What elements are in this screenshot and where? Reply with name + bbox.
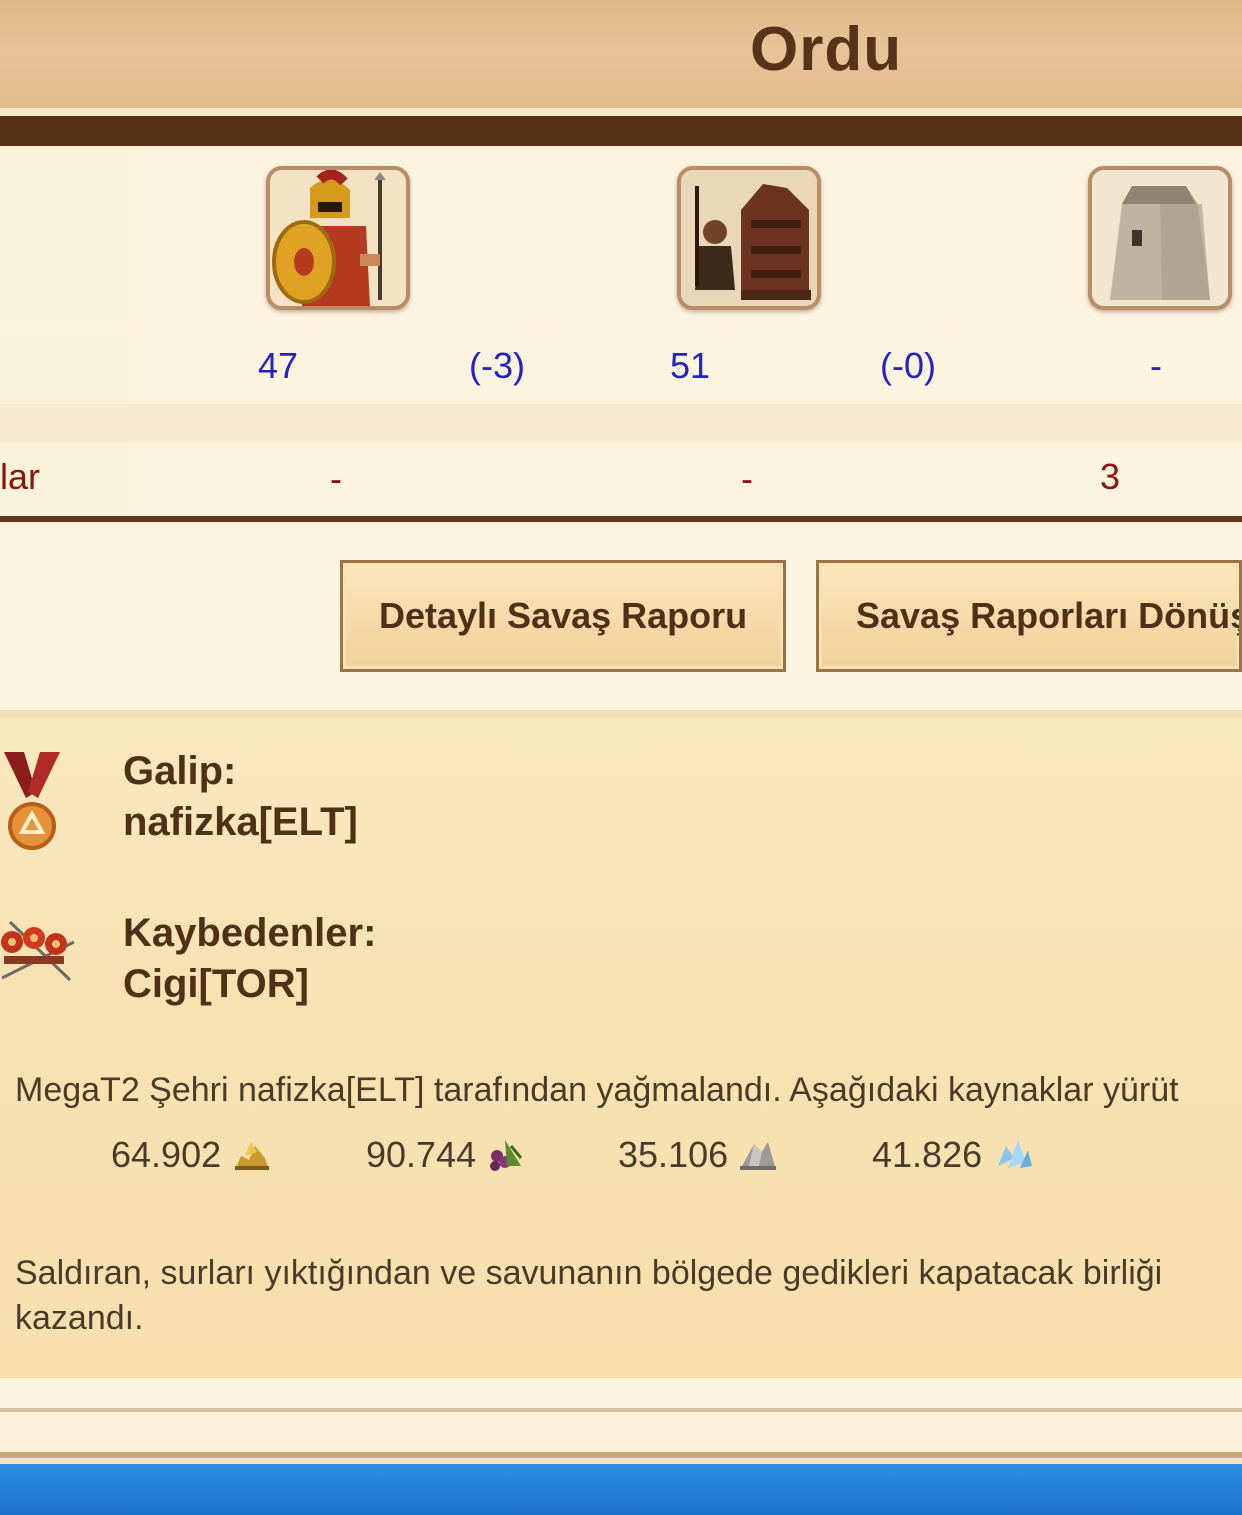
table-corner-cell	[0, 332, 130, 402]
footer-strip	[0, 1412, 1242, 1452]
table-bottom-line	[0, 516, 1242, 522]
sea-background	[0, 1464, 1242, 1515]
unit-count: -	[1150, 345, 1162, 386]
destroyed-value: -	[330, 458, 342, 499]
city-wall-icon[interactable]	[1088, 166, 1232, 310]
destroyed-cell	[1142, 442, 1242, 512]
page-title: Ordu	[750, 15, 903, 84]
table-top-bar	[0, 116, 1242, 146]
winner-label: Galip:	[123, 749, 237, 793]
window-header: Ordu	[0, 0, 1242, 108]
wine-icon	[485, 1136, 525, 1172]
section-divider	[0, 710, 1242, 718]
wall-message-line1: Saldıran, surları yıktığından ve savunan…	[15, 1254, 1163, 1292]
resource-gold-value: 64.902	[111, 1134, 222, 1175]
unit-loss: (-3)	[469, 345, 525, 386]
losers-name[interactable]: Cigi[TOR]	[123, 962, 309, 1007]
resource-wine-value: 90.744	[366, 1134, 477, 1175]
row-label: lar	[0, 456, 41, 497]
spartan-hoplite-icon[interactable]	[266, 166, 410, 310]
resource-crystal-value: 41.826	[872, 1134, 983, 1175]
back-to-reports-button[interactable]: Savaş Raporları Dönüş	[816, 560, 1242, 672]
header-divider	[0, 108, 1242, 116]
medal-icon	[0, 752, 64, 852]
winner-name[interactable]: nafizka[ELT]	[123, 800, 358, 845]
plunder-message: MegaT2 Şehri nafizka[ELT] tarafından yağ…	[15, 1071, 1179, 1109]
unit-count: 51	[670, 345, 711, 386]
resource-marble-value: 35.106	[618, 1134, 729, 1175]
table-corner-cell	[0, 152, 130, 326]
destroyed-value: 3	[1100, 456, 1121, 497]
gold-icon	[231, 1136, 271, 1172]
destroyed-value: -	[741, 458, 753, 499]
crystal-icon	[994, 1136, 1034, 1172]
siege-tower-icon[interactable]	[677, 166, 821, 310]
unit-count-cell	[957, 332, 1242, 402]
detailed-report-button[interactable]: Detaylı Savaş Raporu	[340, 560, 786, 672]
unit-count: 47	[258, 345, 299, 386]
footer-strip	[0, 1378, 1242, 1408]
wall-message-line2: kazandı.	[15, 1299, 144, 1337]
unit-loss: (-0)	[880, 345, 936, 386]
fallen-soldiers-icon	[0, 912, 76, 984]
table-row-spacer	[0, 404, 1242, 442]
losers-label: Kaybedenler:	[123, 911, 377, 955]
marble-icon	[738, 1136, 778, 1172]
